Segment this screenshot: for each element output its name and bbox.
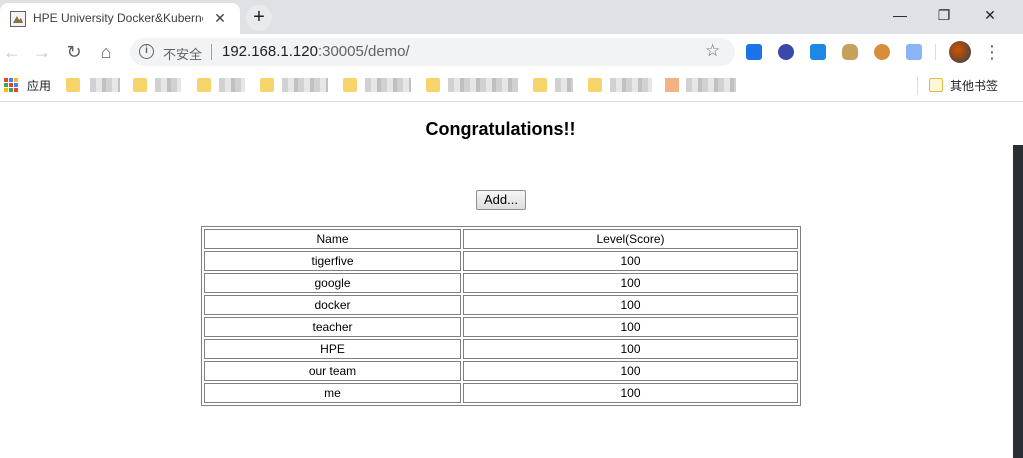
cell-score: 100 (463, 383, 798, 403)
info-icon[interactable]: i (139, 44, 154, 59)
new-tab-button[interactable]: + (246, 5, 272, 31)
apps-bookmark-label[interactable]: 应用 (27, 77, 51, 94)
tab-title: HPE University Docker&Kubernetes (33, 11, 203, 25)
menu-icon[interactable]: ⋮ (982, 40, 1002, 64)
url-text[interactable]: 192.168.1.120:30005/demo/ (222, 43, 410, 60)
browser-tab[interactable]: HPE University Docker&Kubernetes ✕ (0, 3, 240, 34)
extension-blue-icon[interactable] (810, 44, 826, 60)
home-icon[interactable]: ⌂ (94, 40, 118, 64)
cell-score: 100 (463, 339, 798, 359)
forward-arrow-icon[interactable]: → (30, 40, 54, 64)
cell-name: google (204, 273, 461, 293)
bookmark-item[interactable] (555, 78, 573, 92)
table-row: our team 100 (204, 361, 798, 381)
bookmark-folder-icon[interactable] (133, 78, 147, 92)
site-favicon-icon (10, 11, 26, 27)
table-row: teacher 100 (204, 317, 798, 337)
bookmark-favicon-icon[interactable] (665, 78, 679, 92)
table-row: tigerfive 100 (204, 251, 798, 271)
table-row: google 100 (204, 273, 798, 293)
close-icon[interactable]: ✕ (211, 9, 229, 27)
cell-score: 100 (463, 295, 798, 315)
extension-save-icon[interactable] (746, 44, 762, 60)
cell-name: HPE (204, 339, 461, 359)
tab-strip: HPE University Docker&Kubernetes ✕ + — ❐… (0, 0, 1023, 34)
table-row: me 100 (204, 383, 798, 403)
bookmark-item[interactable] (610, 78, 652, 92)
page-content: Congratulations!! Add... Name Level(Scor… (0, 103, 1023, 458)
cell-name: me (204, 383, 461, 403)
security-label[interactable]: 不安全 (163, 44, 202, 63)
browser-toolbar: ← → ↻ ⌂ i 不安全 192.168.1.120:30005/demo/ … (0, 34, 1023, 70)
bookmark-folder-icon[interactable] (426, 78, 440, 92)
page-heading: Congratulations!! (425, 119, 576, 139)
reload-icon[interactable]: ↻ (62, 40, 86, 64)
extension-cookie-icon[interactable] (874, 44, 890, 60)
bookmark-item[interactable] (365, 78, 411, 92)
table-row: docker 100 (204, 295, 798, 315)
bookmark-star-icon[interactable]: ☆ (705, 41, 720, 61)
bookmarks-divider (917, 77, 918, 95)
cell-name: docker (204, 295, 461, 315)
cell-score: 100 (463, 317, 798, 337)
bookmark-folder-icon[interactable] (343, 78, 357, 92)
extension-translate-icon[interactable] (906, 44, 922, 60)
profile-avatar[interactable] (949, 41, 971, 63)
score-table: Name Level(Score) tigerfive 100 google 1… (201, 226, 801, 406)
bookmark-item[interactable] (219, 78, 245, 92)
bookmark-item[interactable] (448, 78, 518, 92)
bookmark-item[interactable] (282, 78, 328, 92)
table-header-row: Name Level(Score) (204, 229, 798, 249)
back-arrow-icon[interactable]: ← (0, 40, 24, 64)
bookmark-folder-icon[interactable] (588, 78, 602, 92)
window-close-button[interactable]: ✕ (973, 4, 1007, 26)
bookmark-folder-icon[interactable] (260, 78, 274, 92)
other-bookmarks-label[interactable]: 其他书签 (950, 77, 998, 94)
bookmark-item[interactable] (686, 78, 736, 92)
folder-icon[interactable] (929, 78, 943, 92)
omnibox-divider (211, 44, 212, 60)
bookmark-folder-icon[interactable] (66, 78, 80, 92)
restore-button[interactable]: ❐ (927, 4, 961, 26)
bookmarks-bar: 应用 其他书签 (0, 70, 1023, 102)
minimize-button[interactable]: — (883, 4, 917, 26)
plus-icon: + (253, 6, 265, 28)
bookmark-folder-icon[interactable] (197, 78, 211, 92)
column-header-level: Level(Score) (463, 229, 798, 249)
cell-name: our team (204, 361, 461, 381)
extension-mascot-icon[interactable] (842, 44, 858, 60)
table-row: HPE 100 (204, 339, 798, 359)
cell-name: teacher (204, 317, 461, 337)
cell-score: 100 (463, 251, 798, 271)
cell-score: 100 (463, 361, 798, 381)
scrollbar[interactable] (1013, 145, 1023, 458)
address-bar[interactable]: i 不安全 192.168.1.120:30005/demo/ ☆ (130, 38, 735, 66)
column-header-name: Name (204, 229, 461, 249)
url-host: 192.168.1.120 (222, 43, 318, 60)
bookmark-item[interactable] (155, 78, 181, 92)
url-path: :30005/demo/ (317, 43, 410, 60)
bookmark-folder-icon[interactable] (533, 78, 547, 92)
extension-s-icon[interactable] (778, 44, 794, 60)
bookmark-item[interactable] (90, 78, 120, 92)
cell-score: 100 (463, 273, 798, 293)
apps-grid-icon[interactable] (4, 78, 18, 92)
cell-name: tigerfive (204, 251, 461, 271)
add-button[interactable]: Add... (476, 190, 526, 210)
toolbar-divider (935, 44, 936, 60)
